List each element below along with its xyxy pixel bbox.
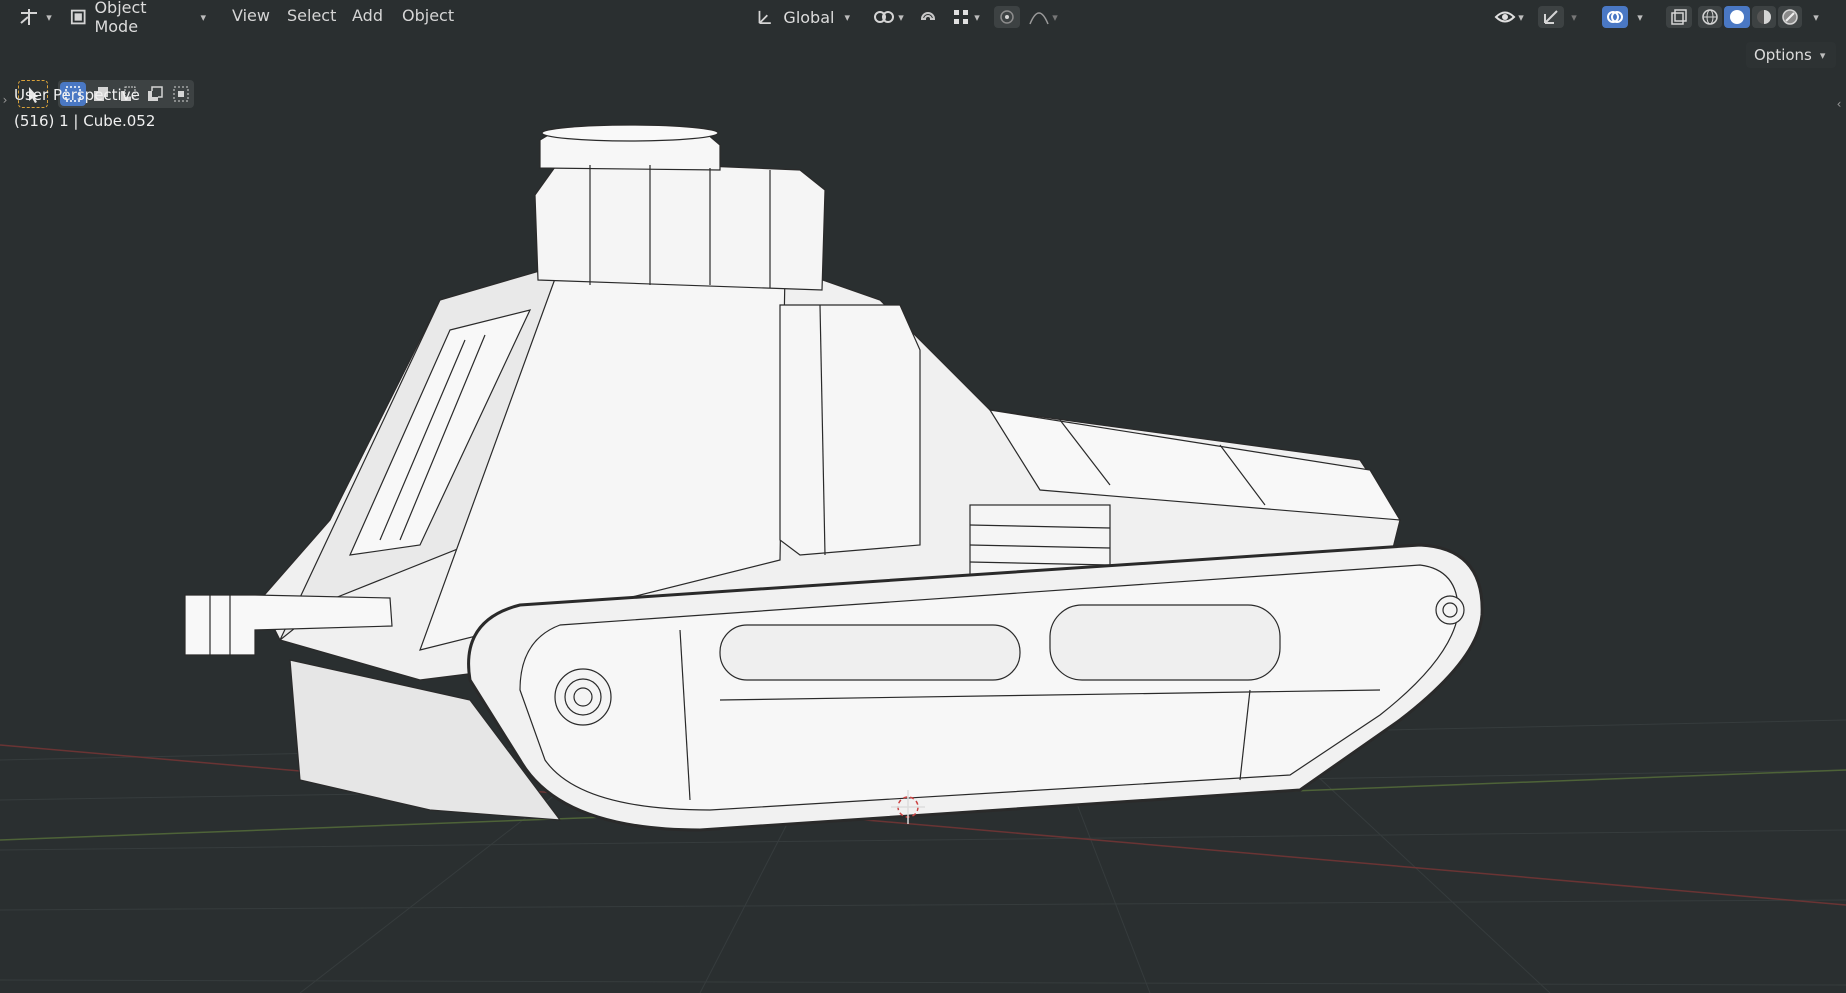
chevron-down-icon: ▾: [1052, 10, 1058, 24]
solid-shading-icon: [1730, 10, 1744, 24]
global-orientation-icon: [758, 10, 771, 24]
pivot-icon: [874, 11, 895, 23]
editor-type-button[interactable]: ▾: [18, 6, 52, 28]
rendered-shading-icon: [1782, 9, 1798, 25]
shading-wireframe-button[interactable]: [1698, 6, 1722, 28]
gizmo-icon: [1544, 10, 1558, 24]
proportional-icon: [1000, 10, 1014, 24]
chevron-down-icon: ▾: [1571, 10, 1577, 24]
proportional-falloff-dropdown[interactable]: ▾: [1024, 6, 1062, 28]
chevron-down-icon: ▾: [1637, 10, 1643, 24]
snap-increment-dropdown[interactable]: ▾: [946, 6, 986, 28]
transform-orientation-label: Global: [783, 7, 835, 27]
tool-header: Options ▾: [0, 38, 1846, 108]
menu-add[interactable]: Add: [352, 6, 383, 28]
chevron-down-icon: ▾: [1819, 48, 1826, 62]
editor-type-icon: [20, 9, 38, 25]
shading-options-dropdown[interactable]: ▾: [1808, 6, 1824, 28]
chevron-down-icon: ▾: [46, 10, 52, 24]
gizmo-dropdown[interactable]: ▾: [1566, 6, 1582, 28]
mode-intersect-button[interactable]: [168, 82, 194, 106]
object-mode-icon: [70, 9, 86, 25]
mode-intersect-icon: [173, 86, 189, 102]
mode-invert-button[interactable]: [142, 82, 168, 106]
chevron-down-icon: ▾: [1813, 10, 1819, 24]
snap-grid-icon: [954, 10, 969, 24]
chevron-down-icon: ▾: [844, 10, 850, 24]
xray-toggle[interactable]: [1666, 6, 1692, 28]
view-name-label: User Perspective: [14, 86, 140, 104]
material-shading-icon: [1757, 10, 1771, 24]
overlays-dropdown[interactable]: ▾: [1632, 6, 1648, 28]
snap-toggle[interactable]: [916, 6, 940, 28]
overlays-toggle[interactable]: [1602, 6, 1628, 28]
wireframe-shading-icon: [1702, 9, 1718, 25]
object-mode-label: Object Mode: [94, 0, 147, 36]
transform-orientation-dropdown[interactable]: Global ▾: [748, 4, 858, 30]
pivot-point-button[interactable]: ▾: [868, 6, 908, 28]
mode-invert-icon: [148, 86, 163, 101]
falloff-curve-icon: [1029, 12, 1049, 25]
chevron-down-icon: ▾: [200, 10, 206, 24]
sidebar-expand-arrow[interactable]: ‹: [1834, 96, 1844, 112]
snap-icon: [920, 12, 936, 20]
overlay-icon: [1607, 11, 1623, 23]
chevron-down-icon: ▾: [898, 10, 904, 24]
shading-solid-button[interactable]: [1724, 6, 1750, 28]
3d-viewport[interactable]: [0, 0, 1846, 993]
toolbar-expand-arrow[interactable]: ›: [0, 92, 10, 108]
shading-material-button[interactable]: [1752, 6, 1776, 28]
options-dropdown[interactable]: Options ▾: [1746, 42, 1836, 68]
menu-object[interactable]: Object: [402, 6, 454, 28]
menu-select[interactable]: Select: [287, 6, 336, 28]
shading-rendered-button[interactable]: [1778, 6, 1802, 28]
menu-view[interactable]: View: [232, 6, 270, 28]
object-mode-dropdown[interactable]: Object Mode ▾: [62, 0, 214, 36]
xray-icon: [1671, 9, 1687, 25]
visibility-icon: [1494, 11, 1516, 23]
object-info-label: (516) 1 | Cube.052: [14, 112, 156, 130]
options-label: Options: [1754, 46, 1812, 64]
visibility-dropdown[interactable]: ▾: [1488, 6, 1530, 28]
chevron-down-icon: ▾: [1518, 10, 1524, 24]
viewport-header: ▾ Object Mode ▾ View Select Add Object G…: [0, 0, 1846, 36]
gizmo-toggle[interactable]: [1538, 6, 1564, 28]
chevron-down-icon: ▾: [974, 10, 980, 24]
proportional-edit-toggle[interactable]: [994, 6, 1020, 28]
